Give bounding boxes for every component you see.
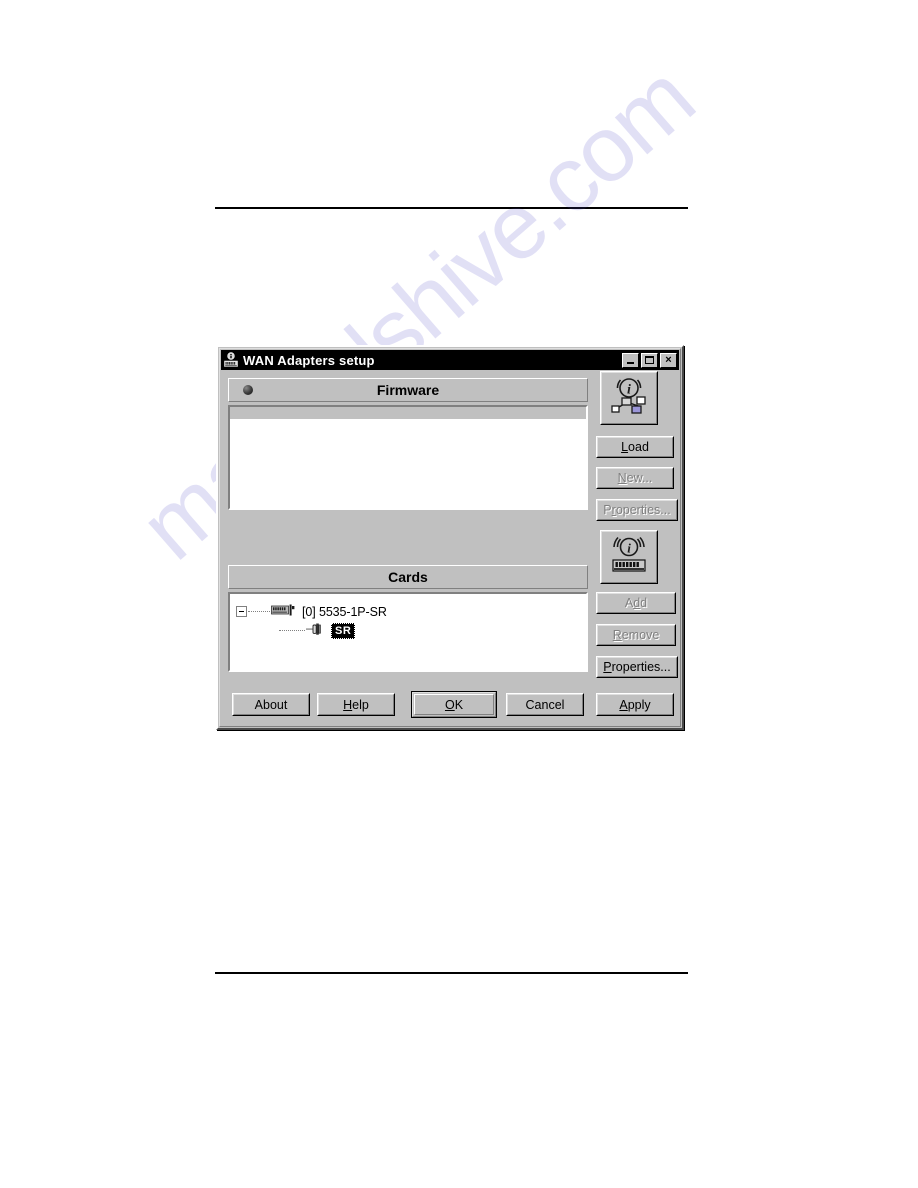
firmware-listbox-header-strip (230, 407, 586, 420)
add-button-label: Add (624, 596, 648, 610)
maximize-button[interactable] (641, 352, 658, 368)
firmware-info-icon-button[interactable]: i (600, 371, 658, 425)
tree-row[interactable]: SR (236, 621, 387, 640)
card-properties-button-label: Properties... (603, 660, 671, 674)
add-button[interactable]: Add (596, 592, 676, 614)
tree-row[interactable]: [0] 5535-1P-SR (236, 602, 387, 621)
maximize-icon (645, 356, 654, 364)
cards-treeview[interactable]: [0] 5535-1P-SR SR (228, 592, 588, 672)
tree-node-label-selected[interactable]: SR (331, 622, 356, 639)
dialog-title: WAN Adapters setup (243, 352, 375, 368)
sphere-bullet-icon (243, 385, 253, 395)
cancel-button-label: Cancel (525, 697, 565, 712)
wan-adapters-setup-dialog: WAN Adapters setup × Firmware Cards [0] … (216, 345, 684, 730)
load-button-label: Load (621, 440, 649, 454)
dialog-titlebar[interactable]: WAN Adapters setup × (221, 350, 679, 370)
close-button[interactable]: × (660, 352, 677, 368)
firmware-section-title: Firmware (376, 382, 440, 398)
new-button[interactable]: New... (596, 467, 674, 489)
cards-info-icon-button[interactable]: i (600, 530, 658, 584)
firmware-listbox[interactable] (228, 405, 588, 510)
info-adapter-icon: i (607, 534, 651, 581)
about-button[interactable]: About (232, 693, 310, 716)
remove-button-label: Remove (612, 628, 660, 642)
minimize-button[interactable] (622, 352, 639, 368)
cards-tree: [0] 5535-1P-SR SR (236, 602, 387, 640)
new-button-label: New... (617, 471, 653, 485)
info-network-icon: i (607, 375, 651, 422)
tree-connector-line (279, 629, 305, 632)
remove-button[interactable]: Remove (596, 624, 676, 646)
tree-node-label[interactable]: [0] 5535-1P-SR (302, 605, 387, 619)
ok-button-label: OK (444, 697, 464, 712)
load-button[interactable]: Load (596, 436, 674, 458)
page-rule-bottom (215, 972, 688, 974)
help-button[interactable]: Help (317, 693, 395, 716)
cards-section-title: Cards (388, 569, 428, 585)
cancel-button[interactable]: Cancel (506, 693, 584, 716)
svg-text:i: i (627, 540, 631, 555)
firmware-section-header: Firmware (228, 378, 588, 402)
firmware-properties-button[interactable]: Properties... (596, 499, 678, 521)
collapse-expander-icon[interactable] (236, 606, 247, 617)
apply-button[interactable]: Apply (596, 693, 674, 716)
help-button-label: Help (343, 697, 369, 712)
caption-button-group: × (622, 352, 677, 368)
page-rule-top (215, 207, 688, 209)
ok-button[interactable]: OK (411, 691, 497, 718)
apply-button-label: Apply (619, 697, 651, 712)
port-connector-icon (306, 622, 324, 639)
firmware-properties-button-label: Properties... (603, 503, 671, 517)
cards-section-header: Cards (228, 565, 588, 589)
close-icon: × (665, 353, 672, 366)
adapter-card-icon (271, 604, 295, 620)
card-properties-button[interactable]: Properties... (596, 656, 678, 678)
tree-connector-line (248, 610, 270, 613)
minimize-icon (627, 362, 634, 364)
about-button-label: About (254, 697, 288, 712)
adapter-card-icon (223, 352, 239, 368)
svg-text:i: i (627, 382, 631, 397)
